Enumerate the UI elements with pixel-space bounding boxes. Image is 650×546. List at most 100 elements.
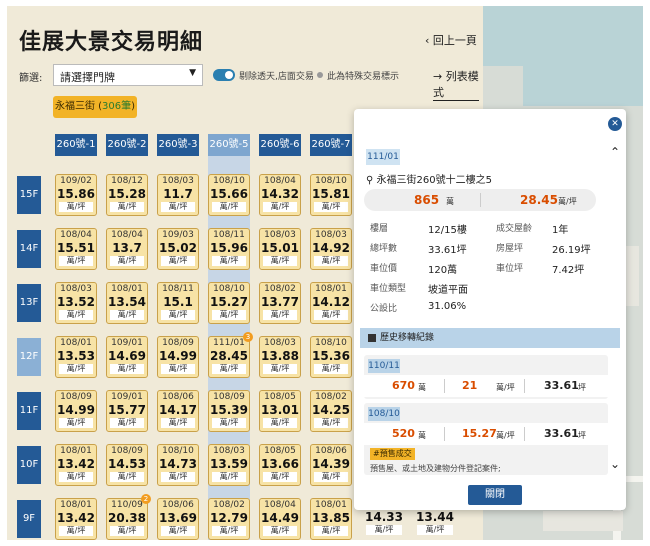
history-date: 108/10 (368, 407, 400, 421)
unit-cell[interactable]: 108/10 15.36 萬/坪 (310, 336, 352, 378)
unit-cell[interactable]: 108/10 15.27 萬/坪 (208, 282, 250, 324)
unit-price: 13.77 (261, 295, 299, 309)
unit-cell[interactable]: 108/09 14.99 萬/坪 (55, 390, 97, 432)
unit-date: 108/10 (213, 284, 245, 294)
unit-cell[interactable]: 108/01 13.85 萬/坪 (310, 498, 352, 540)
address-select[interactable]: 請選擇門牌 ▼ (53, 64, 203, 86)
special-mark-icon (317, 72, 323, 78)
column-header[interactable]: 260號-3 (157, 134, 199, 156)
unit-date: 108/05 (264, 392, 296, 402)
unit-cell[interactable]: 108/01 13.54 萬/坪 (106, 282, 148, 324)
unit-cell[interactable]: 108/06 14.17 萬/坪 (157, 390, 199, 432)
address-select-value: 請選擇門牌 (60, 71, 115, 84)
history-unit-label: 萬/坪 (496, 383, 515, 392)
unit-cell[interactable]: 108/09 15.39 萬/坪 (208, 390, 250, 432)
unit-cell[interactable]: 108/03 13.88 萬/坪 (259, 336, 301, 378)
unit-cell[interactable]: 108/04 14.49 萬/坪 (259, 498, 301, 540)
unit-label: 萬/坪 (212, 310, 246, 320)
unit-cell[interactable]: 108/05 13.01 萬/坪 (259, 390, 301, 432)
history-total-unit: 萬 (418, 431, 426, 440)
scroll-down-icon[interactable]: ⌄ (610, 457, 620, 471)
exclude-toggle[interactable] (213, 69, 235, 81)
unit-cell[interactable]: 108/01 13.53 萬/坪 (55, 336, 97, 378)
unit-cell[interactable]: 109/03 15.02 萬/坪 (157, 228, 199, 270)
unit-cell[interactable]: 108/01 14.12 萬/坪 (310, 282, 352, 324)
unit-label: 萬/坪 (59, 364, 93, 374)
history-area: 33.61 (544, 427, 579, 440)
info-key: 車位價 (370, 264, 398, 274)
unit-date: 108/04 (264, 176, 296, 186)
transfer-count-badge: 3 (243, 332, 253, 342)
unit-price: 20.38 (108, 511, 146, 525)
unit-cell[interactable]: 109/01 15.77 萬/坪 (106, 390, 148, 432)
unit-label: 萬/坪 (161, 202, 195, 212)
unit-cell[interactable]: 108/10 15.66 萬/坪 (208, 174, 250, 216)
unit-cell[interactable]: 108/02 14.25 萬/坪 (310, 390, 352, 432)
back-link[interactable]: ‹ 回上一頁 (425, 32, 477, 48)
list-mode-link[interactable]: → 列表模式 (433, 68, 479, 101)
history-unit-price: 15.27 (462, 427, 497, 440)
unit-label: 萬/坪 (110, 364, 144, 374)
unit-price: 13.01 (261, 403, 299, 417)
unit-cell[interactable]: 108/03 14.92 萬/坪 (310, 228, 352, 270)
column-header[interactable]: 260號-7 (310, 134, 352, 156)
unit-date: 108/01 (60, 338, 92, 348)
history-card: 110/11 670 萬 21 萬/坪 33.61 坪 (364, 355, 608, 399)
unit-price: 15.66 (210, 187, 248, 201)
unit-cell[interactable]: 108/11 15.96 萬/坪 (208, 228, 250, 270)
unit-cell[interactable]: 110/09 20.38 萬/坪 2 (106, 494, 151, 540)
info-value: 26.19坪 (552, 245, 591, 256)
location-pin-icon: ⚲ (366, 175, 377, 186)
unit-price: 14.92 (312, 241, 350, 255)
unit-cell[interactable]: 108/03 13.59 萬/坪 (208, 444, 250, 486)
unit-cell[interactable]: 108/02 13.77 萬/坪 (259, 282, 301, 324)
unit-label: 萬/坪 (314, 364, 348, 374)
close-button[interactable]: 關閉 (468, 485, 522, 505)
column-header[interactable]: 260號-5 (208, 134, 250, 156)
unit-cell[interactable]: 108/01 13.42 萬/坪 (55, 444, 97, 486)
unit-cell[interactable]: 108/03 13.52 萬/坪 (55, 282, 97, 324)
unit-label: 萬/坪 (59, 418, 93, 428)
column-header[interactable]: 260號-2 (106, 134, 148, 156)
unit-cell[interactable]: 108/04 13.7 萬/坪 (106, 228, 148, 270)
unit-cell[interactable]: 108/06 13.69 萬/坪 (157, 498, 199, 540)
unit-label: 萬/坪 (212, 202, 246, 212)
history-date: 110/11 (368, 359, 400, 373)
info-key: 樓層 (370, 224, 389, 234)
scroll-up-icon[interactable]: ⌃ (610, 145, 620, 159)
unit-cell[interactable]: 108/09 14.53 萬/坪 (106, 444, 148, 486)
unit-cell[interactable]: 108/04 15.51 萬/坪 (55, 228, 97, 270)
unit-cell[interactable]: 108/11 15.1 萬/坪 (157, 282, 199, 324)
unit-cell[interactable]: 108/03 15.01 萬/坪 (259, 228, 301, 270)
unit-cell[interactable]: 108/03 11.7 萬/坪 (157, 174, 199, 216)
unit-cell[interactable]: 108/12 15.28 萬/坪 (106, 174, 148, 216)
info-key: 房屋坪 (496, 244, 524, 254)
unit-cell[interactable]: 108/05 13.66 萬/坪 (259, 444, 301, 486)
unit-date: 108/09 (162, 338, 194, 348)
unit-label: 萬/坪 (110, 526, 144, 536)
unit-price: 13.59 (210, 457, 248, 471)
unit-date: 109/01 (111, 392, 143, 402)
unit-cell[interactable]: 109/02 15.86 萬/坪 (55, 174, 97, 216)
column-header[interactable]: 260號-6 (259, 134, 301, 156)
unit-price: 14.12 (312, 295, 350, 309)
close-icon[interactable]: ✕ (608, 117, 622, 131)
unit-cell[interactable]: 108/04 14.32 萬/坪 (259, 174, 301, 216)
unit-cell[interactable]: 108/09 14.99 萬/坪 (157, 336, 199, 378)
unit-cell[interactable]: 108/10 15.81 萬/坪 (310, 174, 352, 216)
street-badge[interactable]: 永福三街 (306筆) (53, 96, 137, 118)
unit-date: 108/06 (162, 392, 194, 402)
unit-cell[interactable]: 111/01 28.45 萬/坪 3 (208, 332, 253, 378)
unit-cell[interactable]: 108/10 14.73 萬/坪 (157, 444, 199, 486)
unit-cell[interactable]: 108/02 12.79 萬/坪 (208, 498, 250, 540)
unit-cell[interactable]: 108/01 13.42 萬/坪 (55, 498, 97, 540)
floor-label: 12F (17, 338, 41, 376)
unit-price: 14.32 (261, 187, 299, 201)
unit-price: 14.99 (159, 349, 197, 363)
column-header[interactable]: 260號-1 (55, 134, 97, 156)
unit-date: 108/06 (162, 500, 194, 510)
unit-price: 11.7 (163, 187, 193, 201)
unit-cell[interactable]: 108/06 14.39 萬/坪 (310, 444, 352, 486)
unit-cell[interactable]: 109/01 14.69 萬/坪 (106, 336, 148, 378)
unit-date: 108/04 (264, 500, 296, 510)
